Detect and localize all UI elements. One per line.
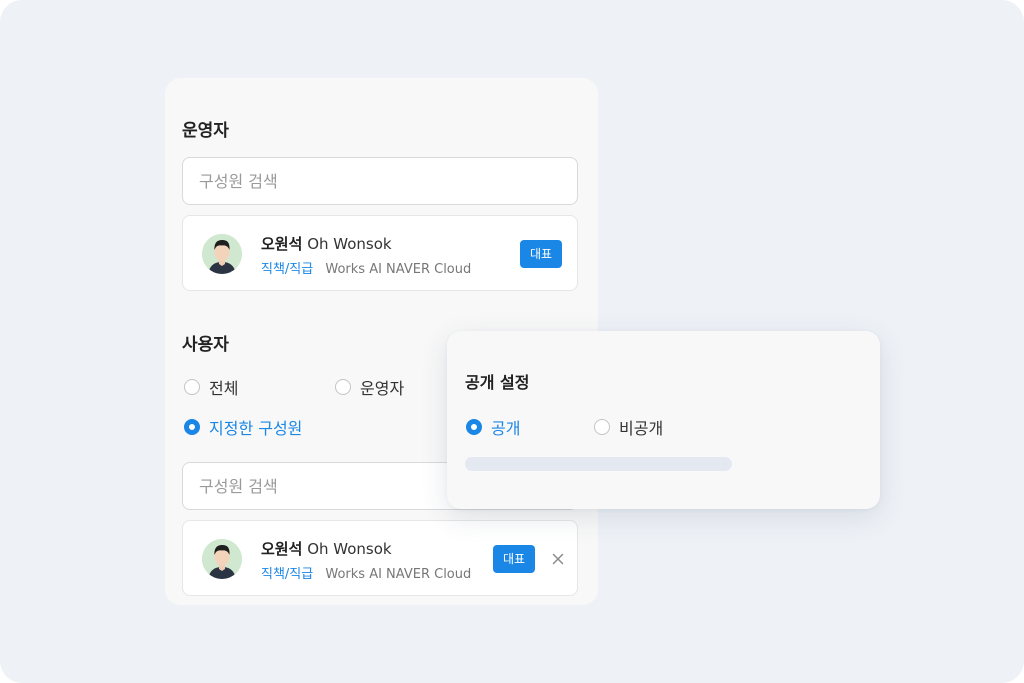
- member-name-english: Oh Wonsok: [307, 540, 392, 558]
- users-title: 사용자: [182, 335, 229, 355]
- visibility-title: 공개 설정: [465, 373, 530, 392]
- remove-member-close-icon[interactable]: [548, 549, 568, 569]
- avatar: [202, 539, 242, 579]
- member-name-korean: 오원석: [261, 235, 303, 253]
- radio-selected-icon: [184, 419, 200, 435]
- member-organization: Works AI NAVER Cloud: [325, 262, 472, 277]
- avatar: [202, 234, 242, 274]
- visibility-settings-popup: 공개 설정 공개 비공개: [447, 331, 880, 509]
- radio-operators[interactable]: 운영자: [335, 375, 404, 399]
- canvas: 운영자 오원석 Oh Wonsok 직책/직급 Works AI NAVER C…: [0, 0, 1024, 683]
- member-role: 직책/직급: [261, 262, 314, 277]
- radio-private[interactable]: 비공개: [594, 415, 663, 439]
- operators-title: 운영자: [182, 121, 229, 141]
- radio-icon: [335, 379, 351, 395]
- radio-label: 비공개: [619, 419, 664, 438]
- user-member-card: 오원석 Oh Wonsok 직책/직급 Works AI NAVER Cloud…: [182, 520, 578, 596]
- member-role: 직책/직급: [261, 567, 314, 582]
- radio-label: 지정한 구성원: [209, 419, 303, 438]
- radio-all[interactable]: 전체: [184, 375, 238, 399]
- representative-badge: 대표: [520, 240, 563, 268]
- radio-label: 공개: [491, 419, 521, 438]
- representative-badge: 대표: [493, 545, 536, 573]
- radio-icon: [594, 419, 610, 435]
- radio-label: 전체: [209, 379, 239, 398]
- member-name-korean: 오원석: [261, 540, 303, 558]
- member-organization: Works AI NAVER Cloud: [325, 567, 472, 582]
- radio-designated-members[interactable]: 지정한 구성원: [184, 415, 302, 439]
- radio-label: 운영자: [360, 379, 405, 398]
- operator-search-input[interactable]: [182, 157, 578, 205]
- operator-member-card: 오원석 Oh Wonsok 직책/직급 Works AI NAVER Cloud…: [182, 215, 578, 291]
- radio-selected-icon: [466, 419, 482, 435]
- radio-icon: [184, 379, 200, 395]
- member-name-english: Oh Wonsok: [307, 235, 392, 253]
- loading-placeholder-bar: [465, 457, 732, 471]
- radio-public[interactable]: 공개: [466, 415, 520, 439]
